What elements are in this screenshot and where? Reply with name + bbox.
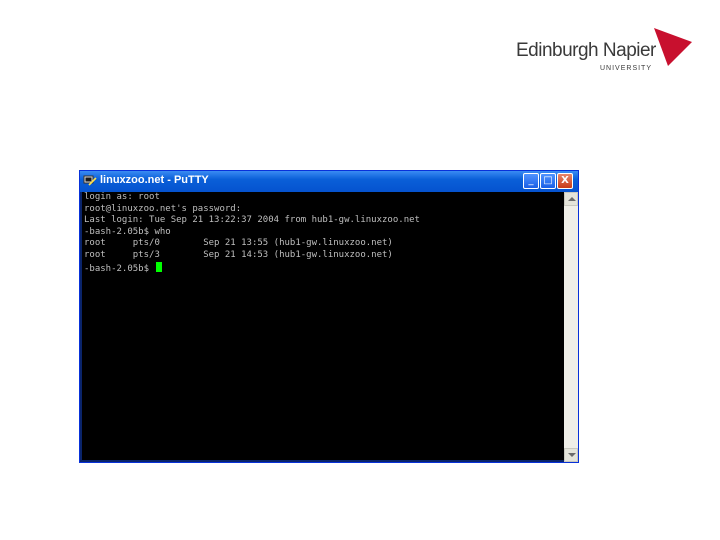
terminal-line: root@linuxzoo.net's password:	[84, 203, 242, 214]
minimize-button[interactable]: _	[523, 173, 539, 189]
putty-window: linuxzoo.net - PuTTY _ □ X login as: roo…	[79, 170, 579, 463]
university-logo: Edinburgh Napier UNIVERSITY	[516, 26, 696, 76]
prompt-text: -bash-2.05b$	[84, 263, 155, 274]
terminal-line: -bash-2.05b$ who	[84, 226, 171, 237]
logo-name: Edinburgh Napier	[516, 40, 656, 61]
terminal-line: root pts/0 Sep 21 13:55 (hub1-gw.linuxzo…	[84, 238, 393, 249]
arrow-down-icon	[568, 453, 576, 457]
terminal-prompt-line: -bash-2.05b$	[82, 261, 564, 274]
terminal-line: Last login: Tue Sep 21 13:22:37 2004 fro…	[84, 215, 420, 226]
maximize-button[interactable]: □	[540, 173, 556, 189]
terminal-line: login as: root	[84, 192, 160, 202]
scroll-up-button[interactable]	[564, 192, 578, 206]
window-title: linuxzoo.net - PuTTY	[100, 174, 209, 186]
logo-subtitle: UNIVERSITY	[600, 65, 653, 72]
terminal-area[interactable]: login as: root root@linuxzoo.net's passw…	[82, 192, 564, 460]
logo-triangle-icon	[654, 28, 692, 66]
putty-icon	[83, 175, 97, 186]
vertical-scrollbar[interactable]	[564, 192, 578, 462]
close-button[interactable]: X	[557, 173, 573, 189]
scroll-down-button[interactable]	[564, 448, 578, 462]
text-cursor	[156, 261, 163, 272]
arrow-up-icon	[568, 197, 576, 201]
title-bar[interactable]: linuxzoo.net - PuTTY _ □ X	[80, 171, 578, 192]
terminal-line: root pts/3 Sep 21 14:53 (hub1-gw.linuxzo…	[84, 249, 393, 260]
